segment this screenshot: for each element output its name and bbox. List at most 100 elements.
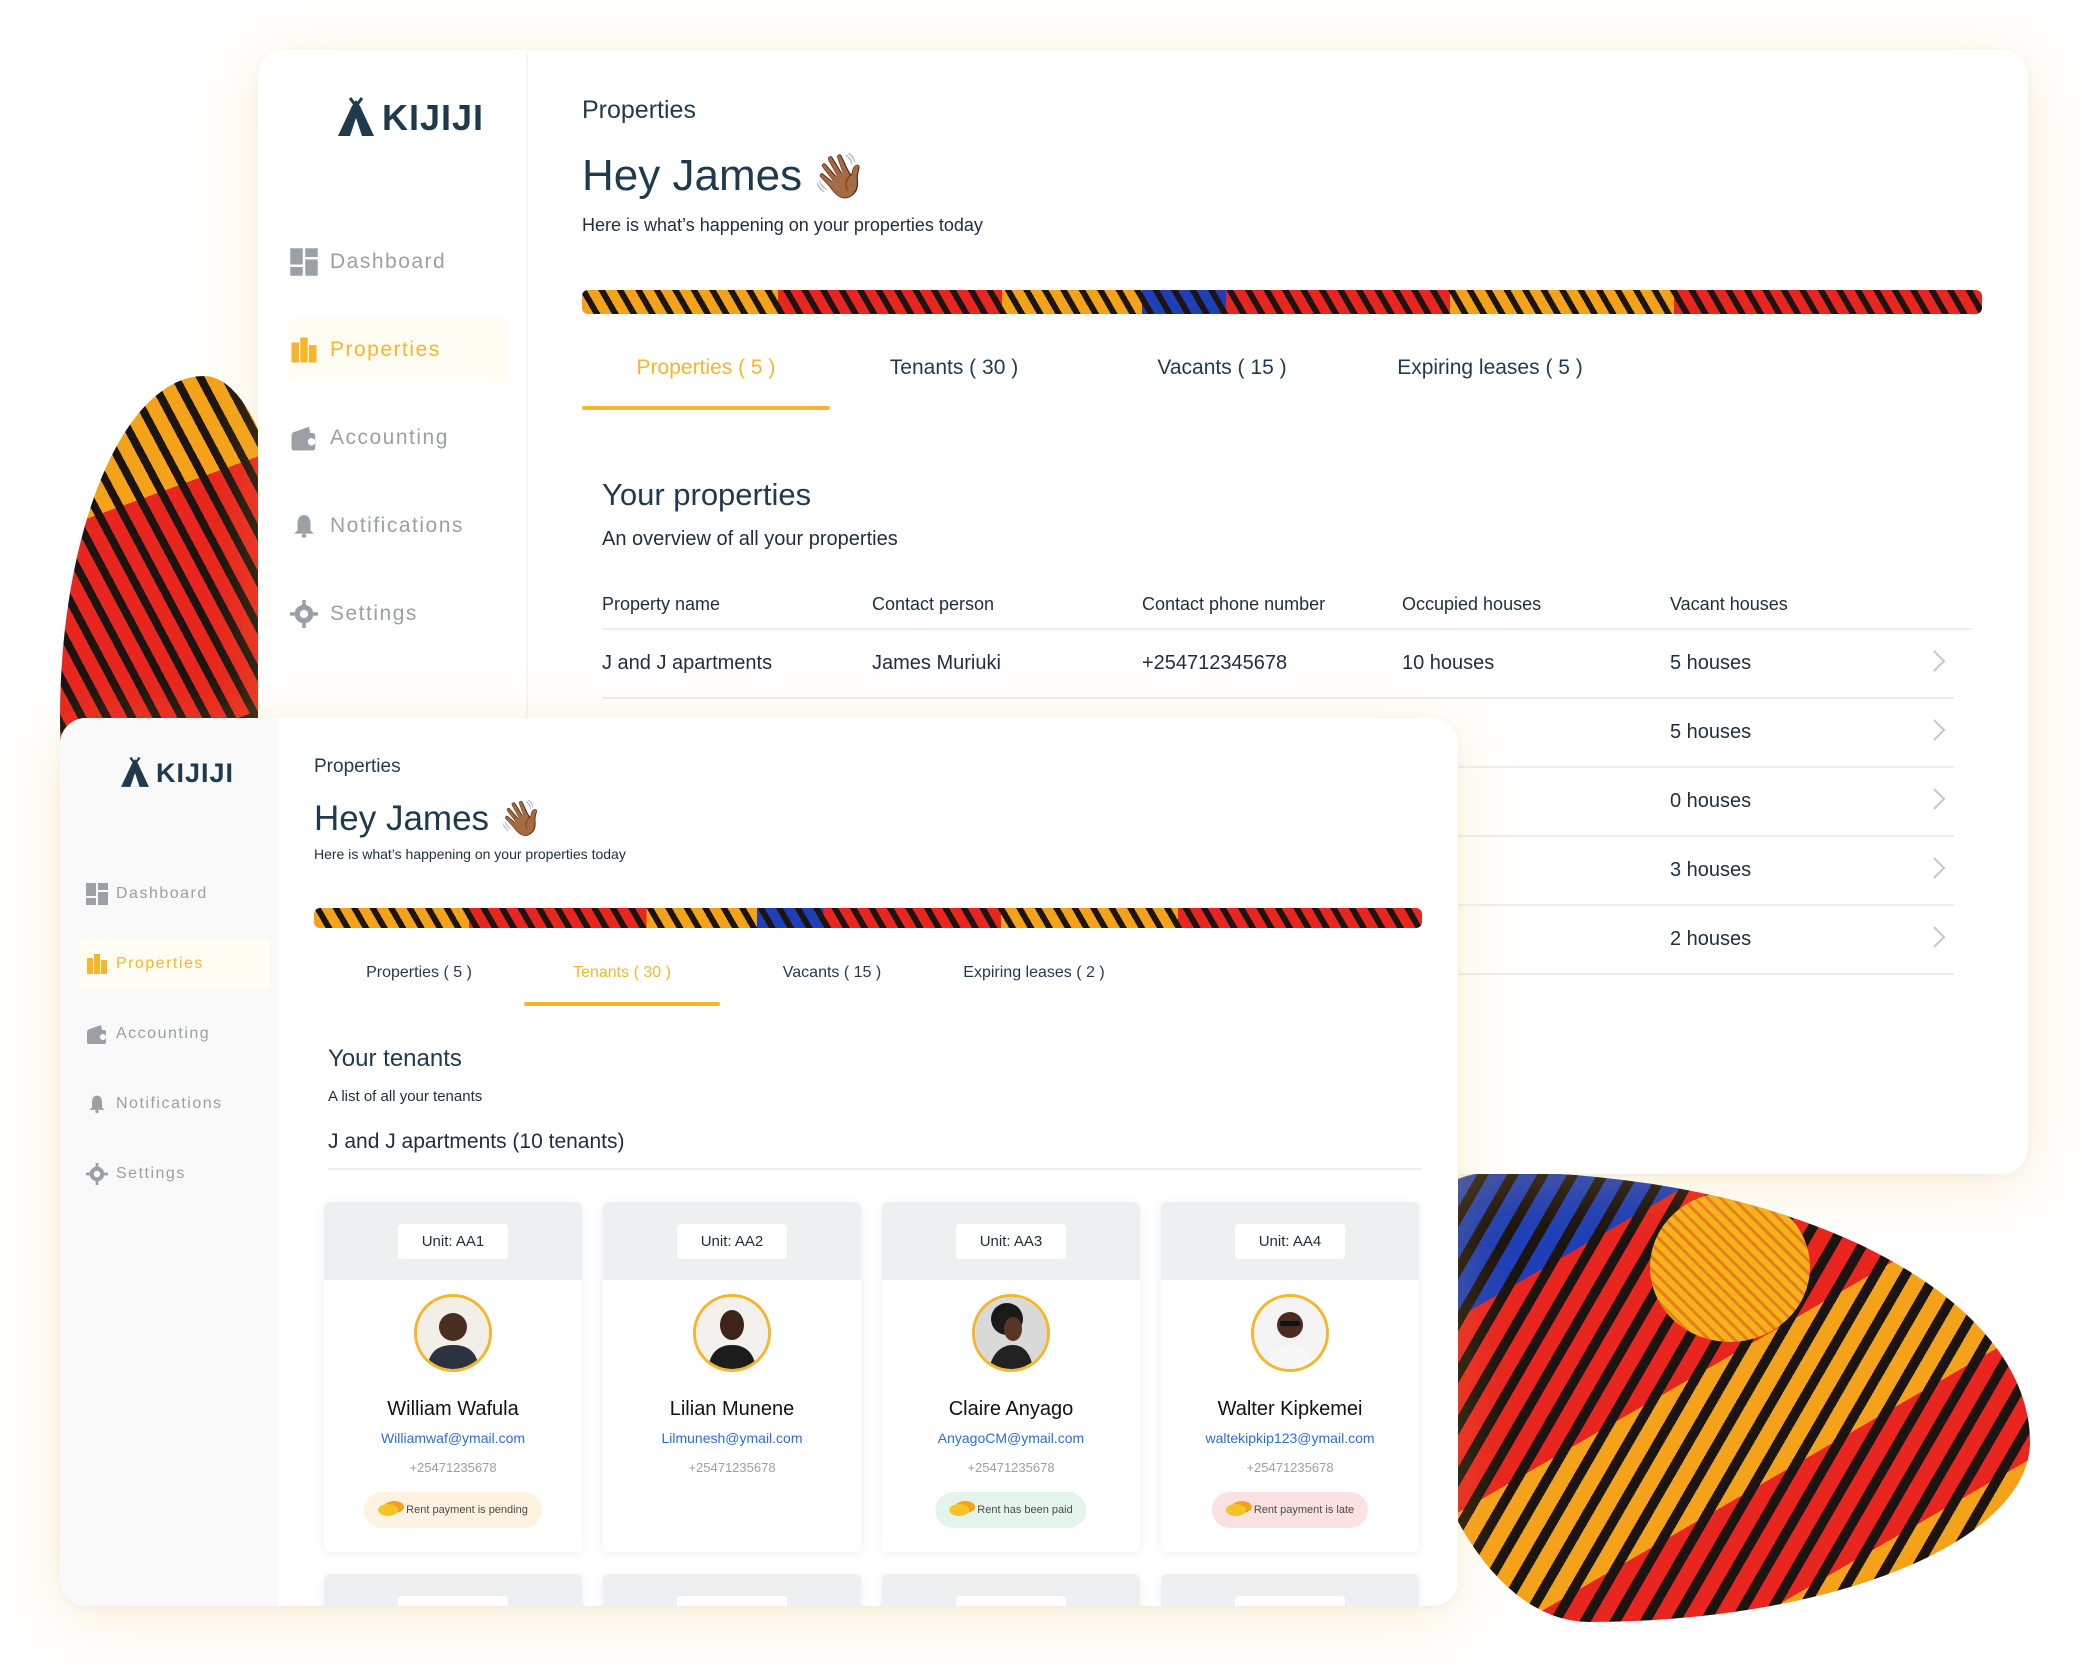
table-row[interactable]: J and J apartments James Muriuki +254712… (602, 630, 1954, 699)
sidebar-item-properties[interactable]: Properties (288, 318, 508, 382)
tab-vacants[interactable]: Vacants ( 15 ) (1078, 350, 1366, 410)
sidebar-nav: Dashboard Properties Accounting Notifica… (288, 230, 508, 670)
sidebar-item-label: Dashboard (116, 885, 208, 902)
bell-icon (288, 513, 320, 539)
card-header: Unit: AA7 (882, 1574, 1140, 1606)
contact-person-cell: James Muriuki (872, 652, 1001, 674)
wallet-icon (288, 423, 320, 453)
dashboard-icon (288, 247, 320, 277)
tenant-email-link[interactable]: waltekipkip123@ymail.com (1161, 1430, 1419, 1446)
unit-label: Unit: AA3 (955, 1223, 1067, 1259)
chevron-right-icon[interactable] (1932, 718, 1946, 748)
tenant-name: Walter Kipkemei (1217, 1398, 1363, 1420)
sidebar-item-label: Dashboard (330, 250, 447, 273)
card-header: Unit: AA3 (882, 1202, 1140, 1280)
tenant-email-link[interactable]: Lilmunesh@ymail.com (603, 1430, 861, 1446)
gear-icon (84, 1163, 110, 1185)
building-icon (84, 952, 110, 976)
column-header-vacant-houses: Vacant houses (1670, 593, 1788, 614)
tenant-card[interactable]: Unit: AA5 (324, 1574, 582, 1606)
tab-properties[interactable]: Properties ( 5 ) (314, 956, 524, 1006)
rent-status-badge: Rent has been paid (935, 1492, 1087, 1528)
sidebar-item-settings[interactable]: Settings (288, 582, 508, 646)
rent-status-text: Rent payment is pending (406, 1504, 528, 1516)
sidebar-nav: Dashboard Properties Accounting Notifica… (80, 868, 270, 1218)
property-group-title: J and J apartments (10 tenants) (328, 1130, 1422, 1170)
page-subtitle: Here is what’s happening on your propert… (582, 215, 983, 235)
tab-vacants[interactable]: Vacants ( 15 ) (720, 956, 944, 1006)
rent-status-badge: Rent payment is late (1211, 1492, 1369, 1528)
building-icon (288, 335, 320, 365)
tenant-card[interactable]: Unit: AA6 (603, 1574, 861, 1606)
card-header: Unit: AA8 (1161, 1574, 1419, 1606)
sidebar-item-label: Notifications (116, 1095, 223, 1112)
sidebar-item-label: Accounting (116, 1025, 211, 1042)
sidebar-item-label: Accounting (330, 426, 449, 449)
sidebar-item-properties[interactable]: Properties (80, 938, 270, 990)
contact-phone-cell: +254712345678 (1142, 652, 1288, 674)
sidebar-item-label: Notifications (330, 514, 464, 537)
chevron-right-icon[interactable] (1932, 787, 1946, 817)
sidebar-item-dashboard[interactable]: Dashboard (288, 230, 508, 294)
chevron-right-icon[interactable] (1932, 856, 1946, 886)
column-header-contact-phone: Contact phone number (1142, 593, 1326, 614)
sidebar-item-label: Properties (116, 955, 204, 972)
sidebar: KIJIJI Dashboard Properties Accounting N… (60, 718, 278, 1606)
sidebar-item-dashboard[interactable]: Dashboard (80, 868, 270, 920)
page-title: Hey James 👋🏾 (582, 150, 867, 202)
breadcrumb: Properties (314, 756, 401, 777)
tab-bar: Properties ( 5 ) Tenants ( 30 ) Vacants … (582, 350, 1614, 410)
tenant-card[interactable]: Unit: AA7 (882, 1574, 1140, 1606)
brand-logo[interactable]: KIJIJI (118, 756, 234, 790)
sidebar-item-accounting[interactable]: Accounting (80, 1008, 270, 1060)
tenant-phone: +25471235678 (688, 1460, 776, 1475)
occupied-houses-cell: 10 houses (1402, 652, 1495, 674)
tenant-card[interactable]: Unit: AA8 (1161, 1574, 1419, 1606)
tent-icon (121, 756, 149, 787)
tenant-email-link[interactable]: Williamwaf@ymail.com (324, 1430, 582, 1446)
sidebar-item-label: Settings (116, 1165, 186, 1182)
greeting-text: Hey James (582, 151, 803, 200)
unit-label: Unit: AA8 (1234, 1595, 1346, 1606)
brand-logo[interactable]: KIJIJI (334, 96, 484, 140)
wallet-icon (84, 1022, 110, 1046)
rent-status-badge: Rent payment is pending (364, 1492, 542, 1528)
chevron-right-icon[interactable] (1932, 649, 1946, 679)
tenant-email-link[interactable]: AnyagoCM@ymail.com (882, 1430, 1140, 1446)
unit-label: Unit: AA7 (955, 1595, 1067, 1606)
property-name-cell: J and J apartments (602, 652, 773, 674)
card-header: Unit: AA2 (603, 1202, 861, 1280)
waving-hand-icon: 👋🏾 (499, 799, 543, 838)
card-header: Unit: AA4 (1161, 1202, 1419, 1280)
tenant-card[interactable]: Unit: AA2 Lilian Munene Lilmunesh@ymail.… (603, 1202, 861, 1552)
tab-expiring-leases[interactable]: Expiring leases ( 5 ) (1366, 350, 1614, 410)
tenant-card[interactable]: Unit: AA3 Claire Anyago AnyagoCM@ymail.c… (882, 1202, 1140, 1552)
card-header: Unit: AA6 (603, 1574, 861, 1606)
tab-properties[interactable]: Properties ( 5 ) (582, 350, 830, 410)
vacant-houses-cell: 5 houses (1670, 721, 1752, 743)
section-title: Your properties (602, 477, 812, 512)
card-header: Unit: AA1 (324, 1202, 582, 1280)
sidebar-item-label: Settings (330, 602, 418, 625)
tenant-phone: +25471235678 (967, 1460, 1055, 1475)
tenant-name: William Wafula (387, 1398, 519, 1420)
tenant-card[interactable]: Unit: AA1 William Wafula Williamwaf@ymai… (324, 1202, 582, 1552)
dashboard-icon (84, 882, 110, 906)
page-subtitle: Here is what’s happening on your propert… (314, 846, 626, 862)
sidebar-item-settings[interactable]: Settings (80, 1148, 270, 1200)
chevron-right-icon[interactable] (1932, 925, 1946, 955)
unit-label: Unit: AA5 (397, 1595, 509, 1606)
sidebar-item-notifications[interactable]: Notifications (80, 1078, 270, 1130)
coins-icon (949, 1504, 970, 1516)
tenant-card[interactable]: Unit: AA4 Walter Kipkemei waltekipkip123… (1161, 1202, 1419, 1552)
table-header-row: Property name Contact person Contact pho… (602, 580, 1972, 630)
unit-label: Unit: AA2 (676, 1223, 788, 1259)
tab-tenants[interactable]: Tenants ( 30 ) (830, 350, 1078, 410)
rent-status-text: Rent has been paid (977, 1504, 1073, 1516)
brand-name: KIJIJI (382, 97, 485, 138)
sidebar-item-notifications[interactable]: Notifications (288, 494, 508, 558)
main-content: Properties Hey James 👋🏾 Here is what’s h… (314, 718, 1422, 1606)
tab-expiring-leases[interactable]: Expiring leases ( 2 ) (944, 956, 1124, 1006)
sidebar-item-accounting[interactable]: Accounting (288, 406, 508, 470)
tab-tenants[interactable]: Tenants ( 30 ) (524, 956, 720, 1006)
